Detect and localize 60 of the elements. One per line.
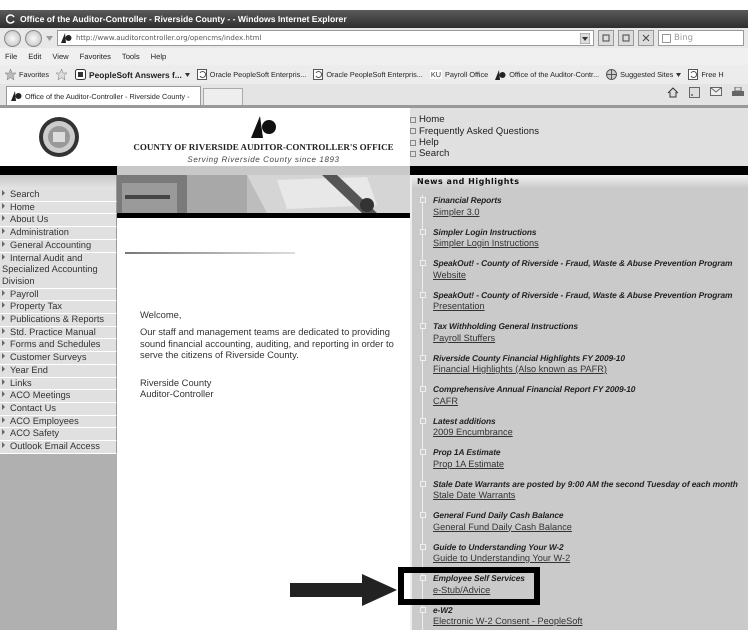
news-link[interactable]: 2009 Encumbrance: [433, 427, 513, 437]
news-link[interactable]: Simpler Login Instructions: [433, 238, 539, 248]
office-name: COUNTY OF RIVERSIDE AUDITOR-CONTROLLER'S OFFICE: [133, 142, 394, 152]
news-link[interactable]: Simpler 3.0: [433, 206, 480, 216]
news-title: e-W2: [433, 604, 454, 615]
sidebar-item[interactable]: ACO Meetings: [0, 390, 117, 403]
sidebar-item[interactable]: Property Tax: [0, 301, 117, 314]
news-link[interactable]: e-Stub/Advice: [433, 584, 490, 594]
sidebar-item[interactable]: ACO Safety: [0, 428, 117, 442]
news-title: Comprehensive Annual Financial Report FY 2009-10: [433, 384, 636, 394]
greeting-text: Welcome,: [140, 309, 183, 320]
news-link[interactable]: General Fund Daily Cash Balance: [433, 522, 572, 532]
signature-line: Riverside County: [140, 376, 212, 388]
sidebar-item[interactable]: Administration: [0, 227, 117, 240]
sidebar-item[interactable]: Publications & Reports: [0, 314, 117, 327]
news-title: Guide to Understanding Your W-2: [433, 542, 565, 552]
sidebar-item[interactable]: About Us: [0, 214, 117, 228]
news-title: Employee Self Services: [433, 573, 526, 584]
nav-link[interactable]: Search: [419, 148, 450, 160]
sidebar-item[interactable]: Customer Surveys: [0, 352, 117, 365]
news-title: Latest additions: [433, 416, 497, 426]
sidebar-item[interactable]: Std. Practice Manual: [0, 326, 117, 340]
news-title: Financial Reports: [433, 195, 503, 206]
tagline: Serving Riverside County since 1893: [187, 155, 340, 164]
welcome-message: Our staff and management teams are dedicated to providing sound financial accounting, auditing, and reporting in order to serve the citizens of Riverside County.: [140, 326, 395, 361]
sidebar-item[interactable]: Forms and Schedules: [0, 339, 117, 352]
sidebar-item[interactable]: Internal Audit and Specialized Accounting Division: [0, 252, 117, 289]
news-link[interactable]: CAFR: [433, 396, 458, 406]
news-link[interactable]: Presentation: [433, 301, 485, 311]
news-title: SpeakOut! - County of Riverside - Fraud, Waste & Abuse Prevention Program: [433, 290, 734, 300]
news-title: General Fund Daily Cash Balance: [433, 510, 564, 520]
news-title: Tax Withholding General Instructions: [433, 321, 579, 332]
signature-line: Auditor-Controller: [140, 388, 214, 400]
news-link[interactable]: Stale Date Warrants: [433, 490, 516, 500]
news-link[interactable]: Payroll Stuffers: [433, 332, 496, 342]
news-link[interactable]: Website: [433, 270, 466, 280]
news-title: Stale Date Warrants are posted by 9:00 AM the second Tuesday of each month: [433, 478, 739, 489]
news-title: Riverside County Financial Highlights FY 2009-10: [433, 352, 626, 363]
sidebar-item[interactable]: Links: [0, 378, 117, 390]
window-title: Office of the Auditor-Controller - Riverside County - - Windows Internet Explorer: [20, 14, 347, 24]
nav-link[interactable]: Frequently Asked Questions: [419, 126, 539, 137]
nav-link[interactable]: Home: [419, 114, 445, 126]
sidebar-item[interactable]: Home: [0, 202, 117, 214]
sidebar-item[interactable]: General Accounting: [0, 240, 117, 253]
news-title: Simpler Login Instructions: [433, 226, 538, 237]
sidebar-item[interactable]: Search: [0, 189, 117, 202]
nav-link[interactable]: Help: [419, 137, 439, 148]
favorites-link[interactable]: PeopleSoft Answers f...: [75, 69, 190, 80]
news-link[interactable]: Guide to Understanding Your W-2: [433, 553, 570, 563]
sidebar-item[interactable]: Payroll: [0, 288, 117, 302]
news-link[interactable]: Electronic W-2 Consent - PeopleSoft: [433, 616, 582, 626]
news-link[interactable]: Financial Highlights (Also known as PAFR): [433, 364, 607, 374]
sidebar-item[interactable]: Outlook Email Access: [0, 441, 117, 454]
panel-heading: News and Highlights: [412, 175, 748, 189]
sidebar-item[interactable]: ACO Employees: [0, 416, 117, 428]
sidebar-item[interactable]: Year End: [0, 364, 117, 378]
news-link[interactable]: Prop 1A Estimate: [433, 458, 504, 468]
sidebar-item[interactable]: Contact Us: [0, 402, 117, 416]
news-title: SpeakOut! - County of Riverside - Fraud, Waste & Abuse Prevention Program: [433, 258, 734, 268]
news-title: Prop 1A Estimate: [433, 447, 502, 458]
